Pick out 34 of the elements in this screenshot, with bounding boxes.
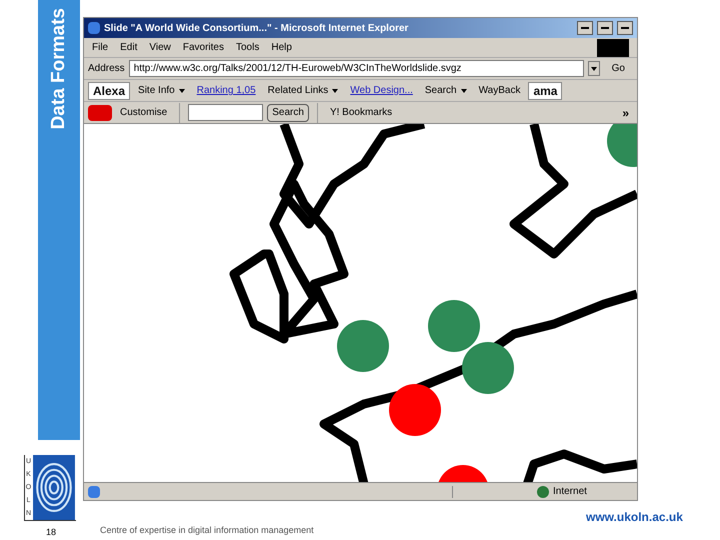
caret-icon	[460, 88, 467, 92]
menu-item[interactable]: Tools	[236, 40, 260, 55]
toolbar-button[interactable]: WayBack	[474, 83, 524, 98]
bookmarks-button[interactable]: Y! Bookmarks	[326, 105, 396, 120]
menu-item[interactable]: Help	[271, 40, 292, 55]
toolbar-menu-button[interactable]: Search	[420, 83, 471, 98]
section-title: Data Formats	[46, 8, 70, 130]
menu-item[interactable]: File	[92, 40, 108, 55]
address-label: Address	[88, 62, 125, 76]
caret-icon	[178, 88, 185, 92]
dropdown-icon[interactable]	[588, 61, 600, 76]
toolbar-link[interactable]: Ranking 1,05	[192, 83, 260, 98]
customise-button[interactable]: Customise	[116, 105, 172, 120]
search-button[interactable]: Search	[267, 104, 309, 122]
caret-icon	[332, 88, 338, 92]
toolbar-logo[interactable]: Alexa	[88, 82, 130, 100]
menu-item[interactable]: View	[149, 40, 171, 55]
page-number: 18	[46, 526, 56, 539]
search-input-field[interactable]	[188, 104, 264, 121]
footer-url[interactable]: www.ukoln.ac.uk	[586, 508, 683, 526]
toolbar-menu-button[interactable]: Related Links	[264, 83, 342, 98]
chevron-button[interactable]: »	[618, 104, 633, 122]
window-title: Slide "A World Wide Consortium..." - Microsoft Internet Explorer	[104, 22, 410, 36]
toolbar-menu-button[interactable]: Site Info	[134, 83, 189, 98]
toolbar-link[interactable]: Web Design...	[346, 83, 417, 98]
footer-text: Centre of expertise in digital information management	[100, 524, 314, 537]
menu-item[interactable]: Edit	[120, 40, 138, 55]
minimize-button[interactable]	[577, 21, 593, 35]
status-zone: Internet	[553, 485, 588, 499]
go-button[interactable]: Go	[604, 61, 633, 76]
address-field[interactable]: http://www.w3c.org/Talks/2001/12/TH-Euroweb/W3CInTheWorldslide.svgz	[128, 60, 584, 77]
globe-icon	[537, 486, 549, 498]
menu-item[interactable]: Favorites	[182, 40, 224, 55]
toolbar-logo[interactable]: ama	[528, 82, 562, 100]
